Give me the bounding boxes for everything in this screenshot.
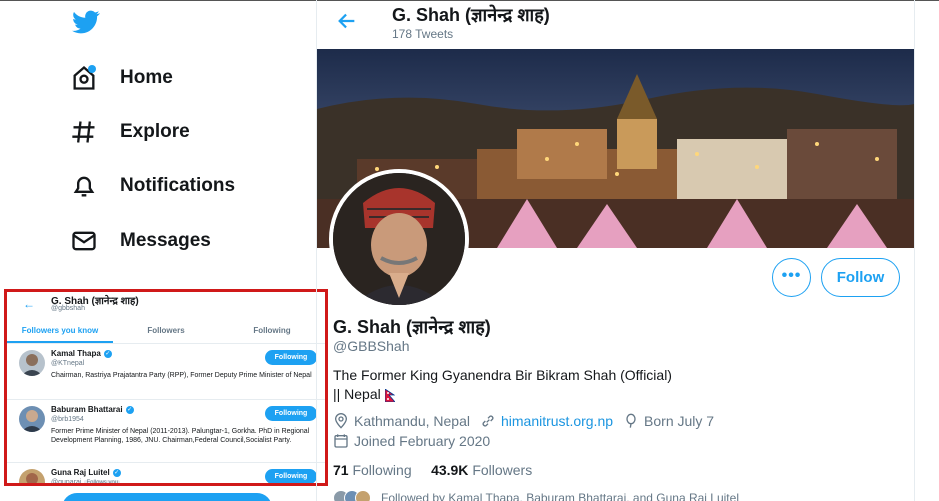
twitter-logo-icon[interactable] xyxy=(70,8,102,36)
avatar xyxy=(19,406,45,432)
avatar xyxy=(19,469,45,483)
profile-avatar[interactable] xyxy=(329,169,469,309)
following-button[interactable]: Following xyxy=(265,406,317,421)
joined-date: Joined February 2020 xyxy=(333,433,490,449)
profile-name: G. Shah (ज्ञानेन्द्र शाह) xyxy=(333,317,491,337)
profile-handle: @GBBShah xyxy=(333,338,410,354)
user-name: Guna Raj Luitel ✓ xyxy=(51,468,121,477)
tweet-button[interactable] xyxy=(62,493,272,501)
sidebar-item-explore[interactable]: Explore xyxy=(70,112,190,152)
follow-stats: 71 Following 43.9K Followers xyxy=(333,462,532,478)
user-bio: Chairman, Rastriya Prajatantra Party (RP… xyxy=(51,372,312,379)
list-item[interactable]: Kamal Thapa ✓ @KTnepal Chairman, Rastriya… xyxy=(7,345,325,400)
tab-following[interactable]: Following xyxy=(219,320,325,343)
following-button[interactable]: Following xyxy=(265,350,317,365)
header-title: G. Shah (ज्ञानेन्द्र शाह) xyxy=(392,5,550,25)
sidebar-item-label: Notifications xyxy=(120,175,236,196)
following-count-link[interactable]: 71 Following xyxy=(333,462,412,478)
panel-handle: @gbbshah xyxy=(51,305,85,312)
panel-header: ← G. Shah (ज्ञानेन्द्र शाह) @gbbshah xyxy=(7,292,325,318)
following-button[interactable]: Following xyxy=(265,469,317,483)
tweet-count: 178 Tweets xyxy=(392,27,454,41)
more-options-button[interactable]: ••• xyxy=(772,258,811,297)
mail-icon xyxy=(72,231,96,251)
profile-meta: Kathmandu, Nepal himanitrust.org.np Born… xyxy=(333,413,714,429)
sidebar-item-label: Home xyxy=(120,67,173,88)
calendar-icon xyxy=(334,434,348,448)
panel-tabs: Followers you know Followers Following xyxy=(7,320,325,344)
notification-dot xyxy=(88,65,96,73)
verified-badge-icon: ✓ xyxy=(125,405,134,414)
verified-badge-icon: ✓ xyxy=(112,468,121,477)
sidebar-item-label: Explore xyxy=(120,121,190,142)
website-group: himanitrust.org.np xyxy=(480,413,613,429)
followed-by-row[interactable]: Followed by Kamal Thapa, Baburam Bhattar… xyxy=(333,490,739,501)
user-name: Kamal Thapa ✓ xyxy=(51,349,112,358)
location-icon xyxy=(334,413,348,429)
link-icon xyxy=(482,415,494,427)
followers-count-link[interactable]: 43.9K Followers xyxy=(431,462,532,478)
tab-followers[interactable]: Followers xyxy=(113,320,219,343)
profile-bio: The Former King Gyanendra Bir Bikram Sha… xyxy=(333,366,672,404)
back-arrow-icon[interactable]: ← xyxy=(23,297,35,311)
user-bio: Former Prime Minister of Nepal (2011-201… xyxy=(51,428,310,444)
verified-badge-icon: ✓ xyxy=(103,349,112,358)
sidebar-item-label: Messages xyxy=(120,230,211,251)
home-icon xyxy=(70,64,98,92)
avatar xyxy=(19,350,45,376)
back-arrow-icon[interactable] xyxy=(336,10,358,32)
user-handle: @brb1954 xyxy=(51,416,84,423)
bio-line: || Nepal xyxy=(333,385,672,404)
tab-followers-you-know[interactable]: Followers you know xyxy=(7,320,113,343)
list-item[interactable]: Baburam Bhattarai ✓ @brb1954 Former Prime… xyxy=(7,401,325,463)
followers-you-know-panel: ← G. Shah (ज्ञानेन्द्र शाह) @gbbshah Fol… xyxy=(4,289,328,486)
profile-website-link[interactable]: himanitrust.org.np xyxy=(501,413,613,429)
follows-you-badge: Follows you xyxy=(84,480,121,486)
followed-by-text: Followed by Kamal Thapa, Baburam Bhattar… xyxy=(381,491,739,501)
user-name: Baburam Bhattarai ✓ xyxy=(51,405,134,414)
sidebar-item-messages[interactable]: Messages xyxy=(70,221,211,261)
follow-button[interactable]: Follow xyxy=(821,258,900,297)
sidebar-item-notifications[interactable]: Notifications xyxy=(70,166,235,206)
bell-icon xyxy=(73,176,95,197)
bio-line: The Former King Gyanendra Bir Bikram Sha… xyxy=(333,367,672,383)
born-group: Born July 7 xyxy=(623,413,714,429)
list-item[interactable]: Guna Raj Luitel ✓ @gunaraj Follows you Fol… xyxy=(7,464,325,486)
profile-birthday: Born July 7 xyxy=(644,413,715,429)
profile-location: Kathmandu, Nepal xyxy=(354,413,470,429)
nepal-flag-icon xyxy=(384,388,395,402)
hashtag-icon xyxy=(72,121,95,143)
user-handle: @KTnepal xyxy=(51,360,85,367)
sidebar-item-home[interactable]: Home xyxy=(70,58,173,98)
avatar xyxy=(355,490,371,501)
user-handle: @gunaraj Follows you xyxy=(51,479,121,486)
balloon-icon xyxy=(626,413,636,428)
